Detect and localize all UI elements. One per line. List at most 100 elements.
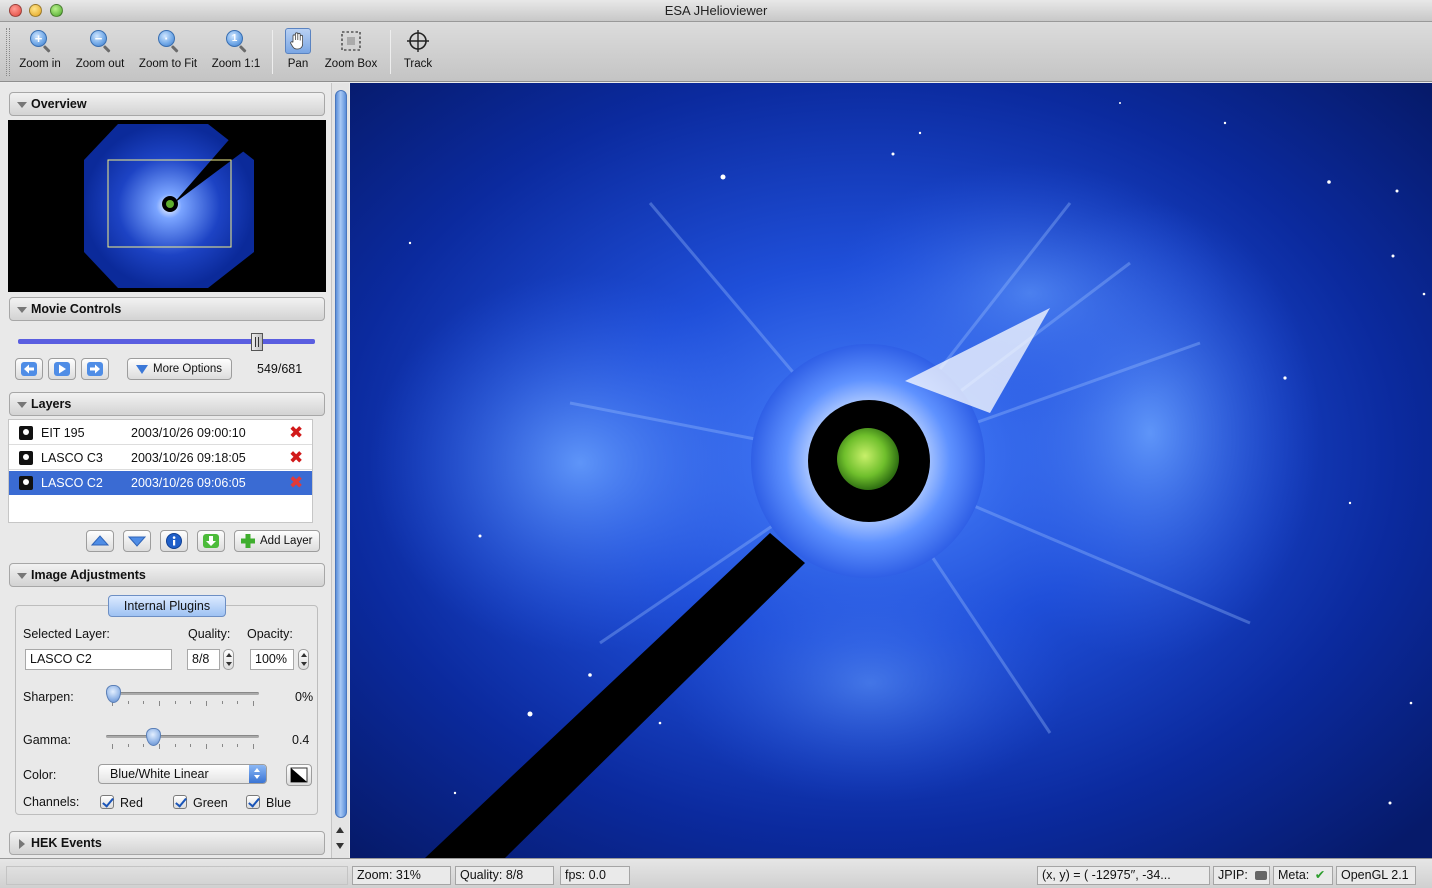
zoom-out-icon: − [87,28,113,54]
channels-label: Channels: [23,795,80,809]
zoom-box-button[interactable]: Zoom Box [321,26,381,78]
toolbar-grip[interactable] [6,28,10,76]
track-button[interactable]: Track [400,26,436,78]
minimize-window-button[interactable] [29,4,42,17]
slider-tick [253,701,254,706]
close-window-button[interactable] [9,4,22,17]
download-icon [203,534,219,548]
slider-tick [221,701,223,704]
expanded-icon [17,402,27,408]
app-window: ESA JHelioviewer + Zoom in − Zoom out · … [0,0,1432,888]
green-channel-label: Green [193,796,228,810]
triangle-down-icon [136,365,148,374]
color-table-select[interactable]: Blue/White Linear [98,764,267,784]
select-arrows-icon [249,765,266,783]
slider-tick [159,701,160,706]
overview-thumbnail[interactable] [8,120,326,292]
layer-row[interactable]: EIT 195 2003/10/26 09:00:10 ✖ [9,421,312,445]
blue-channel-checkbox[interactable] [246,795,260,809]
hek-events-section-header[interactable]: HEK Events [9,831,325,855]
download-layer-button[interactable] [197,530,225,552]
hand-icon [285,28,311,54]
zoom-window-button[interactable] [50,4,63,17]
scroll-down-icon[interactable] [336,843,344,849]
invert-color-button[interactable] [286,764,312,786]
status-coordinates: (x, y) = ( -12975′′, -34... [1037,866,1210,885]
selected-layer-field[interactable]: LASCO C2 [25,649,172,670]
slider-tick [206,744,207,749]
status-message-area [6,866,348,885]
slider-tick [206,701,207,706]
arrow-right-icon [87,362,103,376]
previous-frame-button[interactable] [15,358,43,380]
layer-row[interactable]: LASCO C3 2003/10/26 09:18:05 ✖ [9,446,312,470]
timeline-knob[interactable] [251,333,264,351]
toolbar: + Zoom in − Zoom out · Zoom to Fit 1 Zoo… [0,22,1432,82]
movie-timeline-slider[interactable] [18,339,315,344]
plug-icon [1255,871,1268,880]
slider-tick [253,744,254,749]
movie-layer-icon [19,476,33,490]
left-panel: Overview Movie Controls More Options 549… [0,83,331,858]
pan-button[interactable]: Pan [282,26,314,78]
toolbar-separator [272,30,273,74]
remove-layer-icon[interactable]: ✖ [289,424,303,442]
next-frame-button[interactable] [81,358,109,380]
play-button[interactable] [48,358,76,380]
overview-section-header[interactable]: Overview [9,92,325,116]
remove-layer-icon[interactable]: ✖ [289,449,303,467]
quality-field[interactable]: 8/8 [187,649,220,670]
red-channel-checkbox[interactable] [100,795,114,809]
left-panel-scrollbar[interactable] [331,83,349,858]
arrow-left-icon [21,362,37,376]
zoom-in-button[interactable]: + Zoom in [14,26,66,78]
gamma-slider[interactable] [106,735,259,738]
quality-stepper[interactable] [223,649,234,670]
remove-layer-icon[interactable]: ✖ [289,474,303,492]
zoom-actual-icon: 1 [223,28,249,54]
opacity-field[interactable]: 100% [250,649,294,670]
zoom-box-icon [338,28,364,54]
slider-tick [221,744,223,747]
movie-controls-section-header[interactable]: Movie Controls [9,297,325,321]
tab-internal-plugins[interactable]: Internal Plugins [108,595,226,617]
blue-channel-label: Blue [266,796,292,810]
more-options-button[interactable]: More Options [127,358,232,380]
sharpen-label: Sharpen: [23,690,74,704]
slider-tick [127,701,129,704]
scroll-up-icon[interactable] [336,827,344,833]
collapsed-icon [19,839,25,849]
play-icon [54,362,70,376]
expanded-icon [17,102,27,108]
green-channel-checkbox[interactable] [173,795,187,809]
slider-tick [159,744,160,749]
red-channel-label: Red [120,796,143,810]
zoom-to-fit-button[interactable]: · Zoom to Fit [135,26,201,78]
arrow-up-icon [90,535,110,546]
slider-tick [112,744,113,749]
gamma-label: Gamma: [23,733,71,747]
zoom-out-button[interactable]: − Zoom out [72,26,128,78]
layers-section-header[interactable]: Layers [9,392,325,416]
layer-info-button[interactable] [160,530,188,552]
invert-color-icon [290,767,308,783]
slider-tick [174,701,176,704]
zoom-1-1-button[interactable]: 1 Zoom 1:1 [208,26,264,78]
slider-tick [127,744,129,747]
zoom-in-icon: + [27,28,53,54]
checkmark-icon: ✔ [1314,868,1326,882]
status-fps: fps: 0.0 [560,866,630,885]
move-layer-up-button[interactable] [86,530,114,552]
opacity-stepper[interactable] [298,649,309,670]
scrollbar-thumb[interactable] [335,90,347,818]
color-label: Color: [23,768,57,782]
solar-image-viewport[interactable] [350,83,1432,858]
gamma-value: 0.4 [292,733,310,747]
image-adjustments-section-header[interactable]: Image Adjustments [9,563,325,587]
sharpen-slider[interactable] [106,692,259,695]
expanded-icon [17,307,27,313]
opacity-label: Opacity: [247,627,293,641]
add-layer-button[interactable]: Add Layer [234,530,320,552]
layer-row-selected[interactable]: LASCO C2 2003/10/26 09:06:05 ✖ [9,471,312,495]
move-layer-down-button[interactable] [123,530,151,552]
